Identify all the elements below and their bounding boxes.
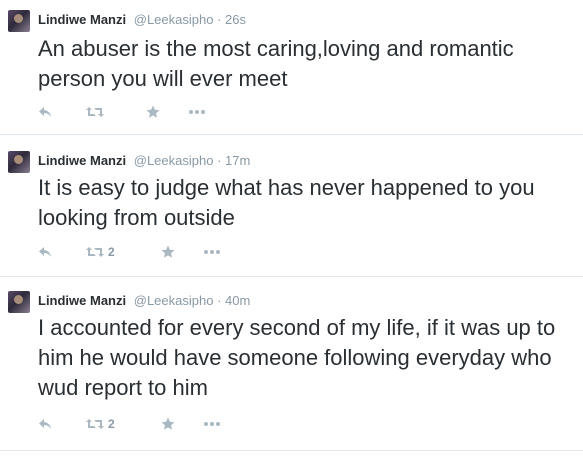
- more-button[interactable]: [203, 421, 233, 427]
- tweet-text: It is easy to judge what has never happe…: [38, 175, 541, 230]
- author-name[interactable]: Lindiwe Manzi: [38, 293, 126, 308]
- separator: ·: [217, 153, 222, 168]
- retweet-button[interactable]: 2: [86, 417, 161, 431]
- tweet-header: Lindiwe Manzi @Leekasipho · 40m: [38, 293, 250, 308]
- reply-icon: [39, 419, 51, 429]
- tweet-header: Lindiwe Manzi @Leekasipho · 26s: [38, 12, 246, 27]
- more-icon: [204, 422, 220, 426]
- author-name[interactable]: Lindiwe Manzi: [38, 12, 126, 27]
- retweet-icon: [86, 419, 104, 429]
- retweet-button[interactable]: [86, 106, 146, 118]
- tweet-actions: [38, 102, 218, 122]
- tweet-header: Lindiwe Manzi @Leekasipho · 17m: [38, 153, 250, 168]
- reply-button[interactable]: [38, 246, 86, 258]
- reply-icon: [39, 107, 51, 117]
- timestamp[interactable]: 40m: [225, 293, 250, 308]
- tweet-actions: 2: [38, 414, 233, 434]
- tweet-text: An abuser is the most caring,loving and …: [38, 36, 520, 91]
- tweet-item[interactable]: Lindiwe Manzi @Leekasipho · 17m It is ea…: [0, 135, 583, 277]
- author-handle[interactable]: @Leekasipho: [134, 153, 214, 168]
- favorite-button[interactable]: [161, 245, 203, 259]
- retweet-button[interactable]: 2: [86, 245, 161, 259]
- timestamp[interactable]: 17m: [225, 153, 250, 168]
- reply-button[interactable]: [38, 418, 86, 430]
- author-handle[interactable]: @Leekasipho: [134, 12, 214, 27]
- more-icon: [204, 250, 220, 254]
- author-name[interactable]: Lindiwe Manzi: [38, 153, 126, 168]
- avatar[interactable]: [8, 10, 30, 32]
- tweet-feed: Lindiwe Manzi @Leekasipho · 26s An abuse…: [0, 0, 583, 463]
- avatar[interactable]: [8, 291, 30, 313]
- retweet-count: 2: [108, 417, 115, 431]
- avatar[interactable]: [8, 151, 30, 173]
- star-icon: [146, 105, 160, 118]
- star-icon: [161, 417, 175, 430]
- reply-icon: [39, 247, 51, 257]
- author-handle[interactable]: @Leekasipho: [134, 293, 214, 308]
- retweet-count: 2: [108, 245, 115, 259]
- separator: ·: [217, 293, 222, 308]
- timestamp[interactable]: 26s: [225, 12, 246, 27]
- more-button[interactable]: [203, 249, 233, 255]
- more-icon: [189, 110, 205, 114]
- retweet-icon: [86, 107, 104, 117]
- reply-button[interactable]: [38, 106, 86, 118]
- tweet-item[interactable]: Lindiwe Manzi @Leekasipho · 40m I accoun…: [0, 277, 583, 451]
- favorite-button[interactable]: [146, 105, 188, 119]
- tweet-actions: 2: [38, 242, 233, 262]
- star-icon: [161, 245, 175, 258]
- more-button[interactable]: [188, 109, 218, 115]
- favorite-button[interactable]: [161, 417, 203, 431]
- separator: ·: [217, 12, 222, 27]
- retweet-icon: [86, 247, 104, 257]
- tweet-text: I accounted for every second of my life,…: [38, 315, 562, 400]
- tweet-item[interactable]: Lindiwe Manzi @Leekasipho · 26s An abuse…: [0, 0, 583, 135]
